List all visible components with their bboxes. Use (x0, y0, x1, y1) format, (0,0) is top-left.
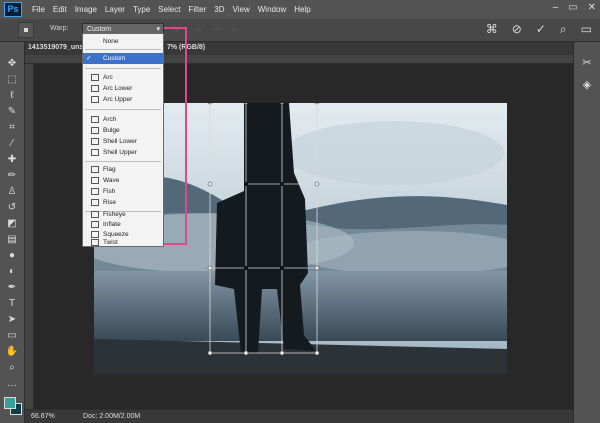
dodge-tool-icon[interactable]: ◐ (5, 266, 19, 278)
photoshop-logo: Ps (4, 2, 22, 17)
workspace-icon[interactable]: ▭ (581, 22, 592, 37)
arc-upper-icon (91, 96, 99, 103)
minimize-icon[interactable]: – (553, 2, 559, 13)
brush-tool-icon[interactable]: ✏ (5, 170, 19, 182)
close-icon[interactable]: ✕ (588, 2, 596, 13)
type-tool-icon[interactable]: T (5, 298, 19, 310)
ruler-vertical[interactable] (25, 64, 34, 409)
marquee-tool-icon[interactable]: ⬚ (5, 74, 19, 86)
search-icon[interactable]: ⌕ (560, 22, 567, 37)
wave-icon (91, 177, 99, 184)
arch-icon (91, 116, 99, 123)
menu-file[interactable]: File (28, 5, 49, 14)
checkmark-icon: ✓ (86, 55, 92, 62)
warp-option-arc-upper[interactable]: Arc Upper (83, 94, 163, 105)
foreground-color-swatch[interactable] (4, 397, 16, 409)
shell-lower-icon (91, 138, 99, 145)
arc-lower-icon (91, 85, 99, 92)
commit-controls: ⌘ ⊘ ✓ ⌕ ▭ (486, 22, 592, 37)
bulge-icon (91, 127, 99, 134)
warp-option-fish[interactable]: Fish (83, 186, 163, 197)
v-distortion-field: ▭ (232, 27, 238, 33)
menu-view[interactable]: View (229, 5, 254, 14)
warp-option-arc-lower[interactable]: Arc Lower (83, 83, 163, 94)
arc-icon (91, 74, 99, 81)
menu-divider (85, 161, 161, 162)
status-bar: 66.67% Doc: 2.00M/2.00M (25, 409, 573, 423)
shell-upper-icon (91, 149, 99, 156)
menu-divider (85, 109, 161, 110)
menu-layer[interactable]: Layer (101, 5, 129, 14)
healing-brush-icon[interactable]: ✚ (5, 154, 19, 166)
flag-icon (91, 166, 99, 173)
tools-panel: ✥ ⬚ ℓ ✎ ⌗ ⁄ ✚ ✏ ♙ ↺ ◩ ▤ ● ◐ ✒ T ➤ ▭ ✋ ⌕ … (0, 42, 25, 423)
window-controls: – ▭ ✕ (553, 2, 596, 13)
menu-help[interactable]: Help (290, 5, 314, 14)
document-info[interactable]: Doc: 2.00M/2.00M (83, 413, 140, 420)
commit-transform-icon[interactable]: ✓ (536, 22, 546, 37)
panel-dock: ✂ ◈ (573, 42, 600, 423)
warp-label: Warp: (50, 25, 69, 32)
gradient-tool-icon[interactable]: ▤ (5, 234, 19, 246)
menu-image[interactable]: Image (71, 5, 101, 14)
warp-option-wave[interactable]: Wave (83, 175, 163, 186)
quick-select-tool-icon[interactable]: ✎ (5, 106, 19, 118)
clone-stamp-icon[interactable]: ♙ (5, 186, 19, 198)
warp-option-flag[interactable]: Flag (83, 164, 163, 175)
menu-divider (85, 49, 161, 50)
menu-window[interactable]: Window (254, 5, 290, 14)
blur-tool-icon[interactable]: ● (5, 250, 19, 262)
warp-option-arch[interactable]: Arch (83, 114, 163, 125)
bend-field: ▭ (196, 27, 202, 33)
pen-tool-icon[interactable]: ✒ (5, 282, 19, 294)
tools-options-icon[interactable]: ✂ (580, 56, 594, 70)
restore-icon[interactable]: ▭ (568, 2, 577, 13)
highlight-callout (164, 27, 187, 245)
menu-bar: Ps File Edit Image Layer Type Select Fil… (0, 0, 600, 19)
menu-type[interactable]: Type (129, 5, 154, 14)
warp-style-dropdown: None ✓ Custom Arc Arc Lower Arc Upper Arc… (82, 33, 164, 247)
h-distortion-field: ▭ (214, 27, 220, 33)
warp-option-shell-upper[interactable]: Shell Upper (83, 147, 163, 158)
hand-tool-icon[interactable]: ✋ (5, 346, 19, 358)
eraser-tool-icon[interactable]: ◩ (5, 218, 19, 230)
warp-style-value: Custom (87, 26, 112, 33)
fisheye-icon (91, 211, 99, 218)
menu-select[interactable]: Select (154, 5, 184, 14)
inflate-icon (91, 221, 99, 228)
zoom-level[interactable]: 66.67% (31, 413, 55, 420)
warp-option-arc[interactable]: Arc (83, 72, 163, 83)
lasso-tool-icon[interactable]: ℓ (5, 90, 19, 102)
path-select-icon[interactable]: ➤ (5, 314, 19, 326)
warp-option-bulge[interactable]: Bulge (83, 125, 163, 136)
tool-preset-picker[interactable] (18, 22, 34, 38)
warp-option-none[interactable]: None (83, 36, 163, 47)
cancel-transform-icon[interactable]: ⊘ (512, 22, 522, 37)
warp-option-rise[interactable]: Rise (83, 197, 163, 208)
puppet-warp-icon[interactable]: ⌘ (486, 22, 498, 37)
zoom-tool-icon[interactable]: ⌕ (5, 362, 19, 374)
eyedropper-tool-icon[interactable]: ⁄ (5, 138, 19, 150)
shape-tool-icon[interactable]: ▭ (5, 330, 19, 342)
history-brush-icon[interactable]: ↺ (5, 202, 19, 214)
menu-3d[interactable]: 3D (210, 5, 228, 14)
fish-icon (91, 188, 99, 195)
menu-divider (85, 68, 161, 69)
move-tool-icon[interactable]: ✥ (5, 58, 19, 70)
crop-tool-icon[interactable]: ⌗ (5, 122, 19, 134)
layers-icon[interactable]: ◈ (580, 78, 594, 92)
menu-edit[interactable]: Edit (49, 5, 71, 14)
warp-option-shell-lower[interactable]: Shell Lower (83, 136, 163, 147)
more-tools-icon[interactable]: … (5, 378, 19, 390)
document-tab[interactable]: 1413519079_uns (28, 44, 83, 51)
warp-option-twist[interactable]: Twist (83, 237, 163, 248)
warp-option-custom[interactable]: ✓ Custom (83, 53, 163, 64)
menu-filter[interactable]: Filter (185, 5, 211, 14)
rise-icon (91, 199, 99, 206)
twist-icon (91, 239, 99, 246)
